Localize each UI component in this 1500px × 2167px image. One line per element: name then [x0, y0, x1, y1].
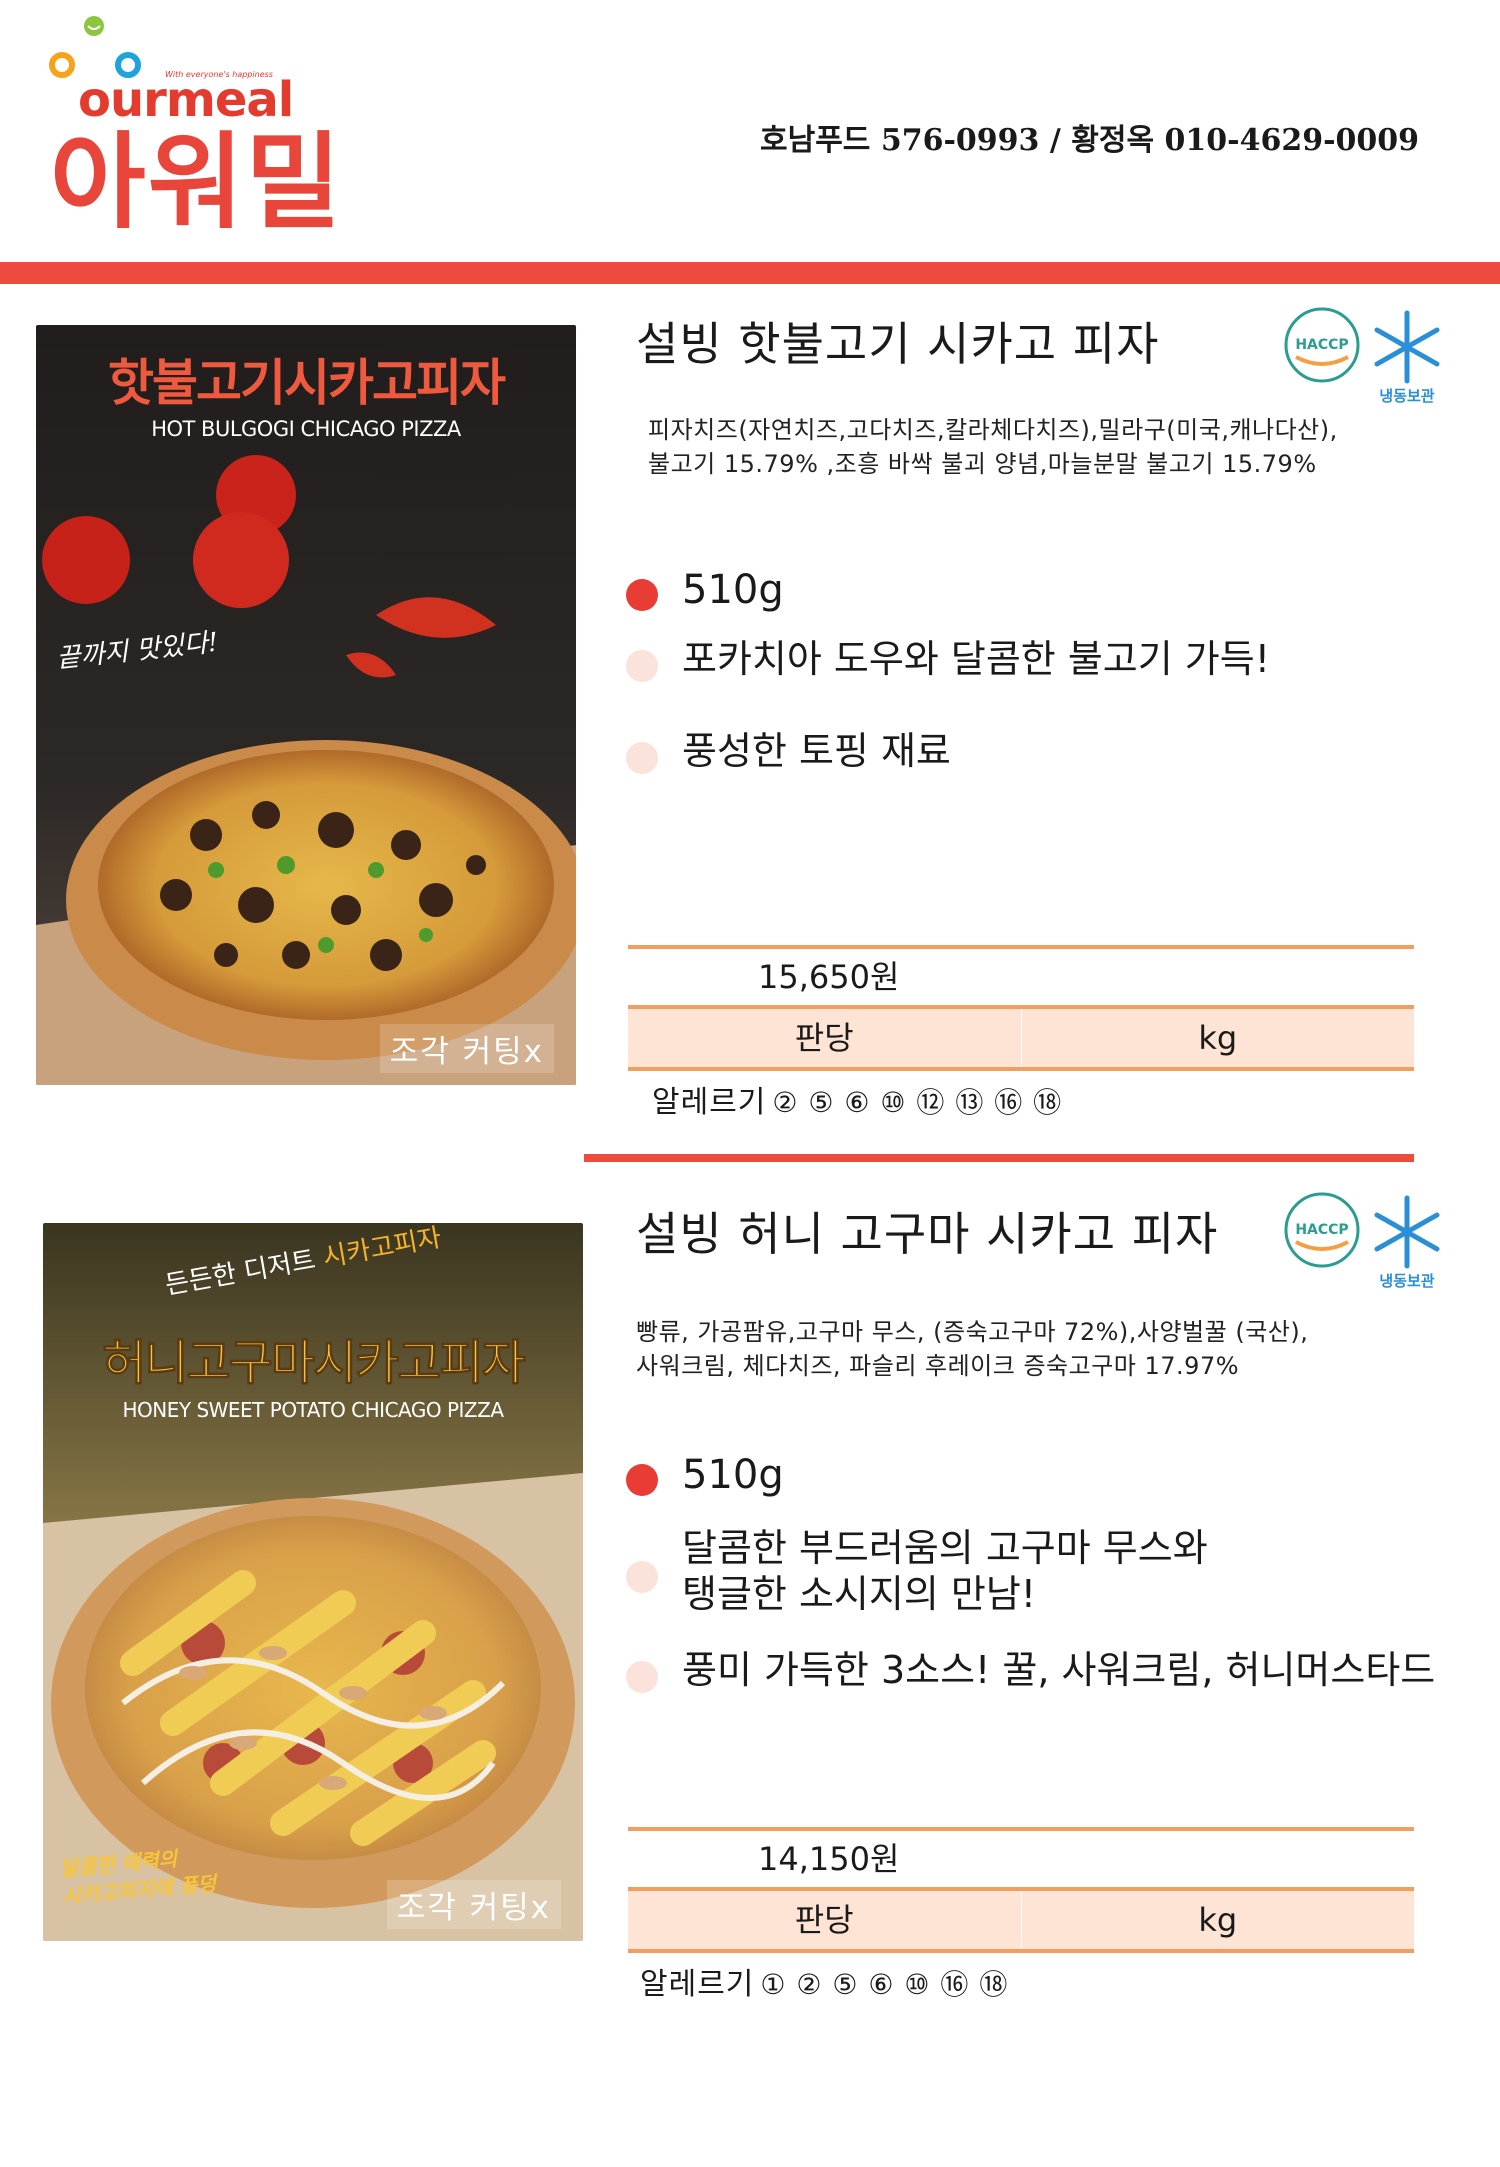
- product-photo: 핫불고기시카고피자 HOT BULGOGI CHICAGO PIZZA 끝까지 …: [36, 325, 576, 1085]
- ingredients: 빵류, 가공팜유,고구마 무스, (증숙고구마 72%),사양벌꿀 (국산), …: [636, 1315, 1308, 1383]
- allergy-numbers: ① ② ⑤ ⑥ ⑩ ⑯ ⑱: [760, 1968, 1009, 2001]
- price-value: 15,650원: [758, 958, 900, 996]
- feature-text: 풍성한 토핑 재료: [682, 729, 951, 773]
- svg-text:냉동보관: 냉동보관: [1379, 1272, 1434, 1290]
- product-name: 설빙 핫불고기 시카고 피자: [636, 317, 1160, 371]
- bullet-dot: [626, 1561, 658, 1593]
- feature-bullet: 달콤한 부드러움의 고구마 무스와 탱글한 소시지의 만남!: [626, 1525, 1208, 1617]
- unit-row: 판당 kg: [628, 1891, 1414, 1949]
- unit-right: kg: [1198, 1019, 1238, 1057]
- feature-text: 포카치아 도우와 달콤한 불고기 가득!: [682, 637, 1270, 681]
- feature-text: 풍미 가득한 3소스! 꿀, 사워크림, 허니머스타드: [682, 1648, 1436, 1692]
- haccp-badge-icon: HACCP 냉동보관: [1284, 1192, 1440, 1290]
- weight-text: 510g: [682, 1452, 784, 1498]
- allergy-info: 알레르기 ① ② ⑤ ⑥ ⑩ ⑯ ⑱: [628, 1953, 1414, 2017]
- svg-text:HACCP: HACCP: [1295, 1222, 1348, 1238]
- bullet-dot: [626, 1464, 658, 1496]
- photo-title: 핫불고기시카고피자: [108, 354, 506, 412]
- ingredients-line: 빵류, 가공팜유,고구마 무스, (증숙고구마 72%),사양벌꿀 (국산),: [636, 1318, 1309, 1346]
- weight-bullet: 510g: [626, 567, 784, 613]
- section-divider: [584, 1154, 1414, 1162]
- brand-name-en: ourmeal: [78, 72, 294, 128]
- photo-title: 허니고구마시카고피자: [102, 1335, 527, 1392]
- product-photo: 든든한 디저트 시카고피자 허니고구마시카고피자 HONEY SWEET POT…: [43, 1223, 583, 1941]
- cut-label: 조각 커팅x: [379, 1024, 554, 1073]
- unit-left: 판당: [628, 1891, 1022, 1949]
- feature-bullet: 포카치아 도우와 달콤한 불고기 가득!: [626, 636, 1270, 682]
- allergy-info: 알레르기 ② ⑤ ⑥ ⑩ ⑫ ⑬ ⑯ ⑱: [628, 1071, 1414, 1135]
- product-name: 설빙 허니 고구마 시카고 피자: [636, 1207, 1219, 1261]
- bullet-dot: [626, 579, 658, 611]
- svg-text:냉동보관: 냉동보관: [1379, 387, 1434, 405]
- brand-logo: With everyone's happiness ourmeal 아워밀: [40, 10, 400, 250]
- ingredients-line: 불고기 15.79% ,조흥 바싹 불괴 양념,마늘분말 불고기 15.79%: [648, 450, 1317, 478]
- bullet-dot: [626, 650, 658, 682]
- allergy-label: 알레르기: [640, 1967, 755, 2002]
- ingredients-line: 사워크림, 체다치즈, 파슬리 후레이크 증숙고구마 17.97%: [636, 1352, 1240, 1380]
- contact-info: 호남푸드 576-0993 / 황정옥 010-4629-0009: [760, 123, 1420, 158]
- haccp-badge-icon: HACCP 냉동보관: [1284, 307, 1440, 405]
- weight-text: 510g: [682, 567, 784, 613]
- photo-subtitle: HONEY SWEET POTATO CHICAGO PIZZA: [122, 1398, 504, 1422]
- bullet-dot: [626, 1661, 658, 1693]
- price-value: 14,150원: [758, 1840, 900, 1878]
- price-table: 15,650원 판당 kg 알레르기 ② ⑤ ⑥ ⑩ ⑫ ⑬ ⑯ ⑱: [628, 945, 1414, 1135]
- unit-right: kg: [1198, 1901, 1238, 1939]
- ingredients-line: 피자치즈(자연치즈,고다치즈,칼라체다치즈),밀라구(미국,캐나다산),: [648, 416, 1338, 444]
- feature-bullet: 풍미 가득한 3소스! 꿀, 사워크림, 허니머스타드: [626, 1647, 1435, 1693]
- brand-name-ko: 아워밀: [50, 121, 344, 243]
- unit-row: 판당 kg: [628, 1009, 1414, 1067]
- unit-left: 판당: [628, 1009, 1022, 1067]
- ingredients: 피자치즈(자연치즈,고다치즈,칼라체다치즈),밀라구(미국,캐나다산), 불고기…: [648, 413, 1338, 481]
- bullet-dot: [626, 742, 658, 774]
- feature-text: 탱글한 소시지의 만남!: [682, 1572, 1037, 1616]
- feature-bullet: 풍성한 토핑 재료: [626, 728, 951, 774]
- allergy-label: 알레르기: [652, 1085, 767, 1120]
- allergy-numbers: ② ⑤ ⑥ ⑩ ⑫ ⑬ ⑯ ⑱: [772, 1086, 1063, 1119]
- weight-bullet: 510g: [626, 1452, 784, 1498]
- feature-text: 달콤한 부드러움의 고구마 무스와: [682, 1526, 1208, 1570]
- cut-label: 조각 커팅x: [386, 1880, 561, 1929]
- price-table: 14,150원 판당 kg 알레르기 ① ② ⑤ ⑥ ⑩ ⑯ ⑱: [628, 1827, 1414, 2017]
- feature-text-block: 달콤한 부드러움의 고구마 무스와 탱글한 소시지의 만남!: [682, 1525, 1208, 1617]
- svg-text:HACCP: HACCP: [1295, 337, 1348, 353]
- photo-subtitle: HOT BULGOGI CHICAGO PIZZA: [151, 417, 461, 441]
- header-divider: [0, 262, 1500, 284]
